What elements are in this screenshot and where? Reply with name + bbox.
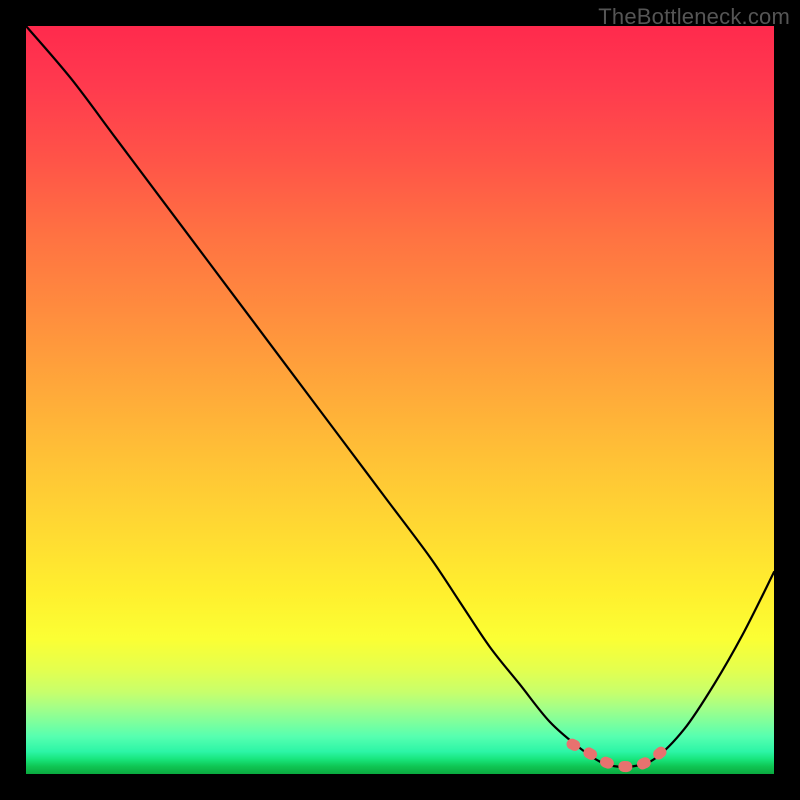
bottleneck-curve xyxy=(26,26,774,767)
chart-svg xyxy=(26,26,774,774)
optimal-range-highlight xyxy=(572,744,669,767)
